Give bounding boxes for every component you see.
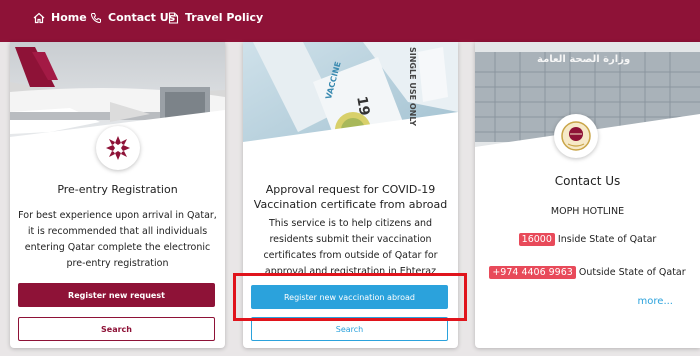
document-icon	[168, 11, 179, 24]
nav-contact-label: Contact Us	[108, 11, 176, 24]
nav-contact[interactable]: Contact Us	[90, 11, 175, 24]
covid-number-text: 19	[353, 95, 373, 117]
register-new-request-button[interactable]: Register new request	[18, 283, 215, 307]
moph-emblem-icon	[561, 121, 591, 151]
card-title: Approval request for COVID-19 Vaccinatio…	[253, 183, 448, 211]
building-sign-text: وزارة الصحة العامة	[537, 54, 631, 65]
hotline-number[interactable]: +974 4406 9963	[489, 266, 576, 279]
card-pre-entry-registration: Pre-entry Registration For best experien…	[10, 42, 225, 348]
phone-icon	[90, 12, 101, 23]
search-button[interactable]: Search	[18, 317, 215, 341]
highlight-annotation-box	[233, 273, 467, 321]
card-description: For best experience upon arrival in Qata…	[18, 210, 217, 269]
card-contact-us: وزارة الصحة العامة Contact Us MOPH HOTLI…	[475, 42, 700, 348]
home-icon	[33, 12, 45, 23]
qatar-airways-logo	[96, 126, 140, 170]
card-description: This service is to help citizens and res…	[263, 218, 438, 277]
hotline-label: Outside State of Qatar	[578, 267, 686, 278]
hotline-heading: MOPH HOTLINE	[550, 206, 625, 217]
nav-travel-policy-label: Travel Policy	[185, 11, 264, 24]
nav-home[interactable]: Home	[33, 11, 87, 24]
top-navbar: Home Contact Us Travel Policy	[0, 0, 700, 42]
hotline-row-inside: 16000 Inside State of Qatar	[475, 233, 700, 246]
vaccine-hero-image	[243, 42, 458, 162]
oryx-logo-icon	[106, 136, 130, 160]
card-title: Contact Us	[554, 174, 621, 188]
nav-travel-policy[interactable]: Travel Policy	[168, 11, 263, 24]
hotline-row-outside: +974 4406 9963 Outside State of Qatar	[475, 266, 700, 279]
vial-label-text: SINGLE USE ONLY	[408, 47, 417, 126]
hotline-label: Inside State of Qatar	[557, 234, 657, 245]
more-link[interactable]: more...	[638, 296, 673, 307]
nav-home-label: Home	[51, 11, 87, 24]
moph-logo	[554, 114, 598, 158]
hotline-number[interactable]: 16000	[518, 233, 555, 246]
card-title: Pre-entry Registration	[57, 183, 178, 196]
